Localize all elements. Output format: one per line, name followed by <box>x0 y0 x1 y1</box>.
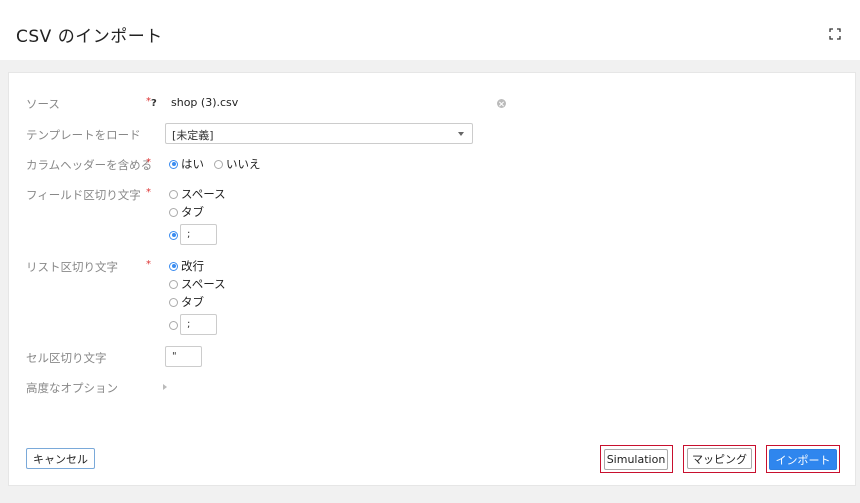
field-delimiter-space-label[interactable]: スペース <box>181 186 226 202</box>
column-header-no-radio[interactable] <box>214 159 223 169</box>
field-delimiter-tab-label[interactable]: タブ <box>181 204 204 220</box>
field-delimiter-custom-input[interactable]: ; <box>180 224 217 245</box>
column-header-label: カラムヘッダーを含める <box>26 158 153 172</box>
list-delimiter-custom-option[interactable] <box>169 318 178 332</box>
template-selected-value: [未定義] <box>172 129 214 142</box>
advanced-options-label[interactable]: 高度なオプション <box>26 380 118 396</box>
field-delimiter-custom-option[interactable] <box>169 228 178 242</box>
column-header-required-mark: * <box>146 157 151 168</box>
mapping-button[interactable]: マッピング <box>687 448 752 469</box>
list-delimiter-required-mark: * <box>146 259 151 270</box>
column-header-no-label[interactable]: いいえ <box>226 156 261 172</box>
cell-delimiter-input[interactable]: " <box>165 346 202 367</box>
list-delimiter-newline-label[interactable]: 改行 <box>181 258 204 274</box>
field-delimiter-space-option[interactable]: スペース <box>169 187 226 201</box>
chevron-down-icon <box>458 132 464 136</box>
field-delimiter-custom-radio[interactable] <box>169 230 178 240</box>
field-delimiter-space-radio[interactable] <box>169 189 178 199</box>
source-label: ソース <box>26 97 60 111</box>
list-delimiter-newline-option[interactable]: 改行 <box>169 259 204 273</box>
field-delimiter-tab-option[interactable]: タブ <box>169 205 204 219</box>
list-delimiter-tab-option[interactable]: タブ <box>169 295 204 309</box>
field-delimiter-tab-radio[interactable] <box>169 207 178 217</box>
list-delimiter-newline-radio[interactable] <box>169 261 178 271</box>
import-button[interactable]: インポート <box>769 449 837 470</box>
column-header-options: はい いいえ <box>169 157 261 171</box>
list-delimiter-space-radio[interactable] <box>169 279 178 289</box>
list-delimiter-tab-label[interactable]: タブ <box>181 294 204 310</box>
cell-delimiter-label: セル区切り文字 <box>26 351 107 365</box>
list-delimiter-label: リスト区切り文字 <box>26 260 118 274</box>
source-help-icon[interactable]: ? <box>151 98 157 109</box>
cancel-button[interactable]: キャンセル <box>26 448 95 469</box>
dialog-title: CSV のインポート <box>16 27 163 47</box>
dialog-header: CSV のインポート <box>0 0 860 60</box>
clear-icon[interactable] <box>497 99 506 108</box>
chevron-right-icon[interactable] <box>163 384 167 390</box>
field-delimiter-label: フィールド区切り文字 <box>26 188 141 202</box>
list-delimiter-tab-radio[interactable] <box>169 297 178 307</box>
template-select[interactable]: [未定義] <box>165 123 473 144</box>
list-delimiter-space-label[interactable]: スペース <box>181 276 226 292</box>
list-delimiter-custom-input[interactable]: ; <box>180 314 217 335</box>
column-header-yes-label[interactable]: はい <box>181 156 204 172</box>
field-delimiter-required-mark: * <box>146 187 151 198</box>
source-filename: shop (3).csv <box>171 96 239 109</box>
list-delimiter-space-option[interactable]: スペース <box>169 277 226 291</box>
column-header-yes-radio[interactable] <box>169 159 178 169</box>
simulation-button[interactable]: Simulation <box>604 449 668 470</box>
expand-icon[interactable] <box>829 28 841 40</box>
template-label: テンプレートをロード <box>26 128 141 142</box>
list-delimiter-custom-radio[interactable] <box>169 320 178 330</box>
